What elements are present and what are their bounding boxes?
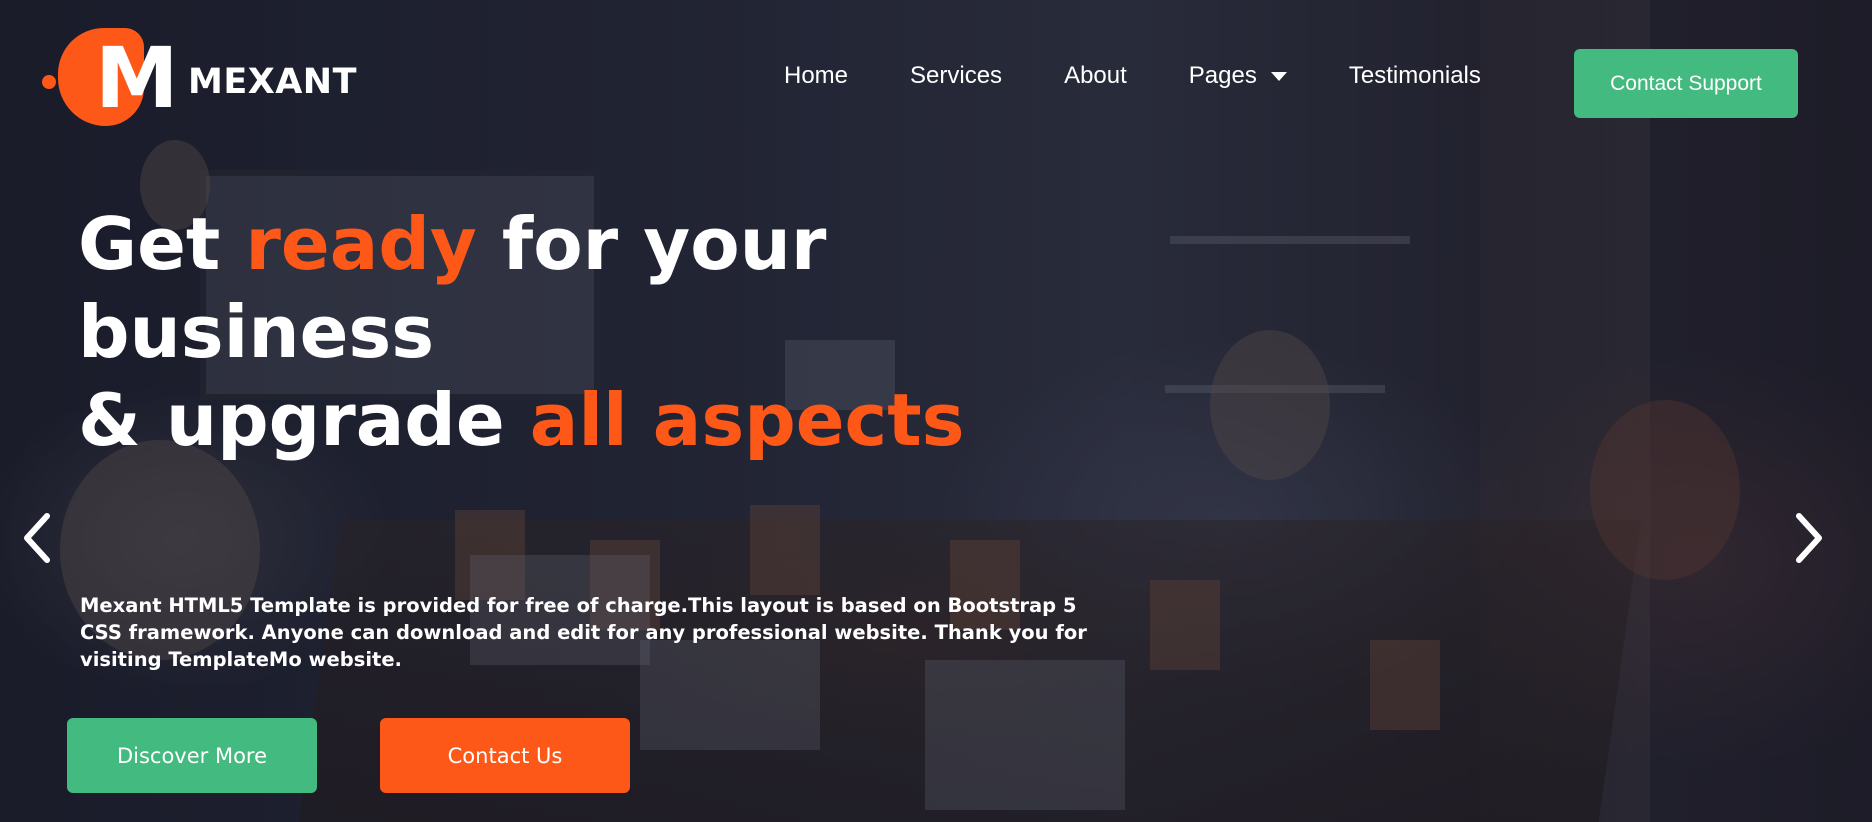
nav-item-services[interactable]: Services	[910, 62, 1002, 90]
hero-title-accent: all aspects	[529, 378, 965, 462]
discover-more-button[interactable]: Discover More	[67, 718, 317, 793]
caret-down-icon	[1270, 71, 1287, 81]
chevron-right-icon	[1796, 513, 1822, 563]
nav-item-home[interactable]: Home	[784, 62, 848, 90]
contact-us-button[interactable]: Contact Us	[380, 718, 630, 793]
hero-title-text: Get	[78, 202, 246, 286]
hero-title-accent: ready	[245, 202, 477, 286]
slider-prev-button[interactable]	[14, 510, 58, 566]
nav-item-testimonials[interactable]: Testimonials	[1349, 62, 1481, 90]
logo-dot	[42, 75, 56, 89]
chevron-left-icon	[24, 513, 50, 563]
hero-description: Mexant HTML5 Template is provided for fr…	[80, 594, 1087, 671]
nav-item-pages[interactable]: Pages	[1189, 62, 1287, 90]
contact-support-button[interactable]: Contact Support	[1574, 49, 1798, 118]
logo-mark: M	[40, 28, 179, 128]
hero-title: Get ready for your business & upgrade al…	[78, 200, 978, 464]
logo[interactable]: M MEXANT	[40, 28, 356, 128]
hero-title-text: business	[78, 290, 435, 374]
logo-letter: M	[95, 29, 179, 127]
slider-next-button[interactable]	[1788, 510, 1832, 566]
nav-item-pages-label: Pages	[1188, 62, 1257, 89]
hero-title-text: & upgrade	[78, 378, 530, 462]
nav-item-about[interactable]: About	[1064, 62, 1127, 90]
main-nav: Home Services About Pages Testimonials	[784, 62, 1481, 90]
site-header: M MEXANT Home Services About Pages Testi…	[0, 0, 1872, 165]
brand-name: MEXANT	[188, 62, 357, 102]
hero-title-text: for your	[476, 202, 827, 286]
